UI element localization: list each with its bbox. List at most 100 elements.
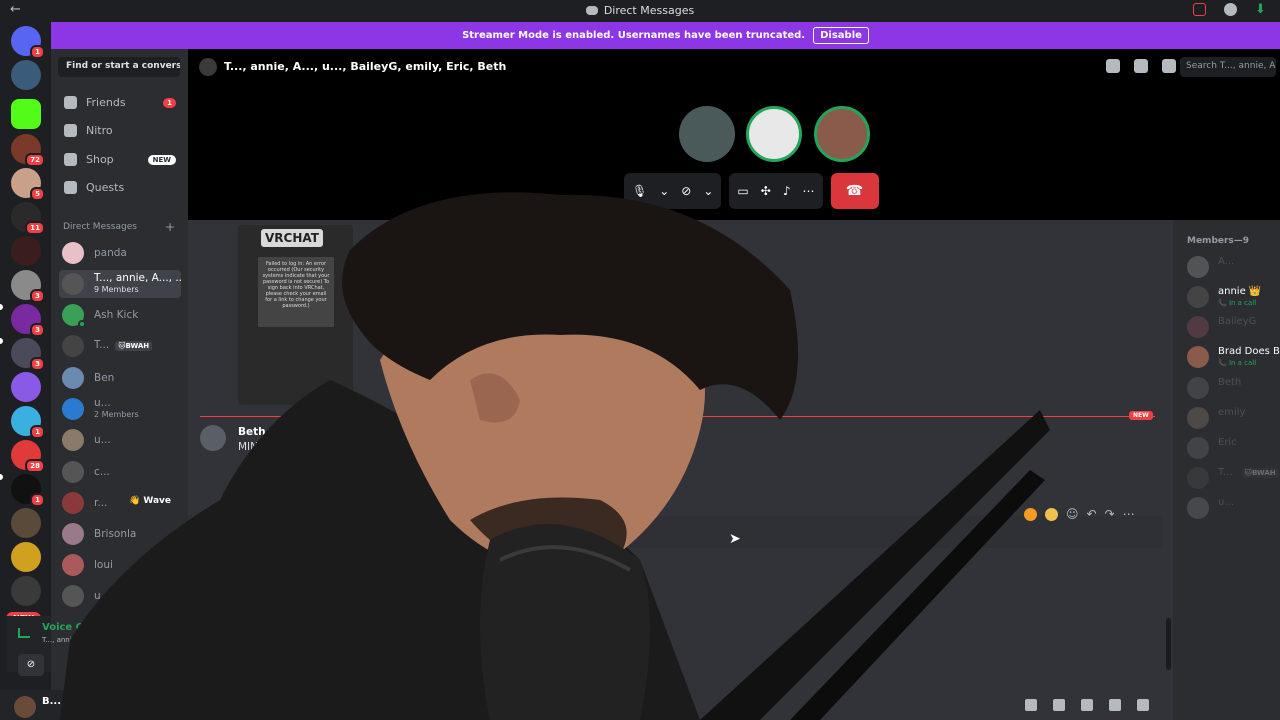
message-author[interactable]: Beth: [238, 426, 266, 438]
dm-item[interactable]: u: [59, 582, 181, 610]
server-icon[interactable]: [11, 542, 41, 572]
home-button[interactable]: 1: [11, 26, 45, 59]
soundboard-icon[interactable]: ♪: [783, 184, 791, 198]
vrchat-screenshot-attachment[interactable]: VRCHAT Failed to log in: An error occurr…: [238, 225, 353, 405]
more-icon[interactable]: ⋯: [803, 184, 815, 198]
avatar: [62, 273, 84, 295]
nav-shop[interactable]: Shop NEW: [64, 153, 176, 166]
member-item[interactable]: Beth: [1187, 375, 1280, 399]
new-messages-divider: [200, 416, 1155, 417]
server-icon[interactable]: [11, 60, 41, 90]
member-item[interactable]: emily: [1187, 405, 1280, 429]
create-dm-button[interactable]: +: [165, 220, 175, 234]
header-toolbar: [1106, 59, 1176, 73]
disconnect-button[interactable]: ☎: [830, 173, 879, 209]
wave-button[interactable]: 👋 Wave: [125, 492, 175, 510]
voice-connected-title[interactable]: Voice Co: [42, 622, 90, 633]
member-list-icon[interactable]: [1162, 59, 1176, 73]
nav-friends[interactable]: Friends 1: [64, 96, 176, 109]
group-name[interactable]: T..., annie, A..., u..., BaileyG, emily,…: [224, 60, 506, 73]
member-item[interactable]: T... 🐱BWAH: [1187, 465, 1280, 489]
member-item[interactable]: BaileyG: [1187, 314, 1280, 338]
help-icon[interactable]: [1224, 3, 1237, 16]
server-icon[interactable]: 72: [11, 134, 45, 167]
member-name: T...: [1218, 467, 1233, 478]
scrollbar[interactable]: [1166, 618, 1171, 670]
server-icon[interactable]: [11, 576, 41, 606]
call-participant-avatar[interactable]: [814, 106, 870, 162]
avatar: [1187, 346, 1209, 368]
member-item[interactable]: u...: [1187, 495, 1280, 519]
dm-item-group-selected[interactable]: T..., annie, A..., ... 9 Members: [59, 270, 181, 298]
dm-item[interactable]: u...: [59, 426, 181, 454]
avatar: [62, 242, 84, 264]
download-icon[interactable]: ⬇: [1255, 3, 1268, 16]
nav-nitro[interactable]: Nitro: [64, 124, 176, 137]
add-reaction-icon[interactable]: ☺: [1066, 507, 1079, 521]
server-icon[interactable]: 3: [11, 270, 45, 303]
server-icon[interactable]: 28: [11, 440, 45, 473]
camera-off-icon[interactable]: ⊘: [681, 184, 691, 198]
emoji-icon[interactable]: [1109, 699, 1121, 711]
dm-name: u...: [94, 398, 111, 409]
dm-item[interactable]: c...: [59, 458, 181, 486]
server-icon[interactable]: 3: [11, 304, 45, 337]
dm-item[interactable]: panda: [59, 239, 181, 267]
add-friends-icon[interactable]: [1134, 59, 1148, 73]
server-icon[interactable]: 3: [11, 338, 45, 371]
friends-badge: 1: [163, 97, 176, 108]
member-item[interactable]: Eric: [1187, 435, 1280, 459]
server-icon[interactable]: [11, 508, 41, 538]
avatar[interactable]: [200, 425, 226, 451]
inbox-icon[interactable]: [1193, 3, 1206, 16]
dm-item[interactable]: u... 2 Members: [59, 395, 181, 423]
microphone-icon[interactable]: 🎙: [632, 184, 647, 198]
nav-label: Quests: [86, 181, 125, 194]
forward-icon[interactable]: ↷: [1105, 507, 1115, 521]
avatar: [62, 492, 84, 514]
server-icon[interactable]: 1: [11, 474, 45, 507]
new-badge: NEW: [147, 154, 176, 165]
member-name: BaileyG: [1218, 316, 1257, 327]
nav-quests[interactable]: Quests: [64, 181, 176, 194]
streamer-mode-banner: Streamer Mode is enabled. Usernames have…: [51, 22, 1280, 49]
gif-icon[interactable]: [1053, 699, 1065, 711]
dm-item[interactable]: T... 🐱BWAH: [59, 332, 181, 360]
dm-item[interactable]: Brisonla: [59, 520, 181, 548]
avatar: [1187, 286, 1209, 308]
server-icon[interactable]: [11, 99, 41, 129]
chevron-down-icon[interactable]: ⌄: [659, 184, 669, 198]
chevron-down-icon[interactable]: ⌄: [703, 184, 713, 198]
nav-label: Nitro: [86, 124, 113, 137]
dm-item[interactable]: Ash Kick: [59, 301, 181, 329]
dm-item[interactable]: loui: [59, 551, 181, 579]
search-input[interactable]: Search T..., annie, A...: [1180, 57, 1276, 77]
member-item[interactable]: A...: [1187, 254, 1280, 278]
sticker-icon[interactable]: [1081, 699, 1093, 711]
gift-icon[interactable]: [1025, 699, 1037, 711]
reply-icon[interactable]: ↶: [1087, 507, 1097, 521]
activities-icon[interactable]: ✣: [761, 184, 771, 198]
apps-icon[interactable]: [1137, 699, 1149, 711]
server-icon[interactable]: 5: [11, 168, 45, 201]
hovered-message[interactable]: [188, 516, 1163, 548]
server-icon[interactable]: [11, 236, 41, 266]
server-icon[interactable]: 11: [11, 202, 45, 235]
avatar[interactable]: [14, 696, 36, 718]
screen-share-icon[interactable]: ▭: [737, 184, 748, 198]
server-icon[interactable]: [11, 372, 41, 402]
user-panel: B...: [0, 690, 188, 720]
camera-off-icon[interactable]: ⊘: [18, 654, 44, 676]
more-icon[interactable]: ⋯: [1123, 507, 1135, 521]
server-icon[interactable]: 1: [11, 406, 45, 439]
member-item[interactable]: annie 👑 📞 In a call: [1187, 284, 1280, 308]
pray-reaction-icon[interactable]: [1045, 507, 1058, 521]
disable-button[interactable]: Disable: [813, 27, 869, 44]
fire-reaction-icon[interactable]: [1024, 507, 1037, 521]
member-item[interactable]: Brad Does Ba 📞 In a call: [1187, 344, 1280, 368]
dm-item[interactable]: Ben: [59, 364, 181, 392]
call-participant-avatar[interactable]: [746, 106, 802, 162]
find-conversation-input[interactable]: Find or start a convers...: [58, 57, 180, 77]
call-participant-avatar[interactable]: [679, 106, 735, 162]
pin-icon[interactable]: [1106, 59, 1120, 73]
